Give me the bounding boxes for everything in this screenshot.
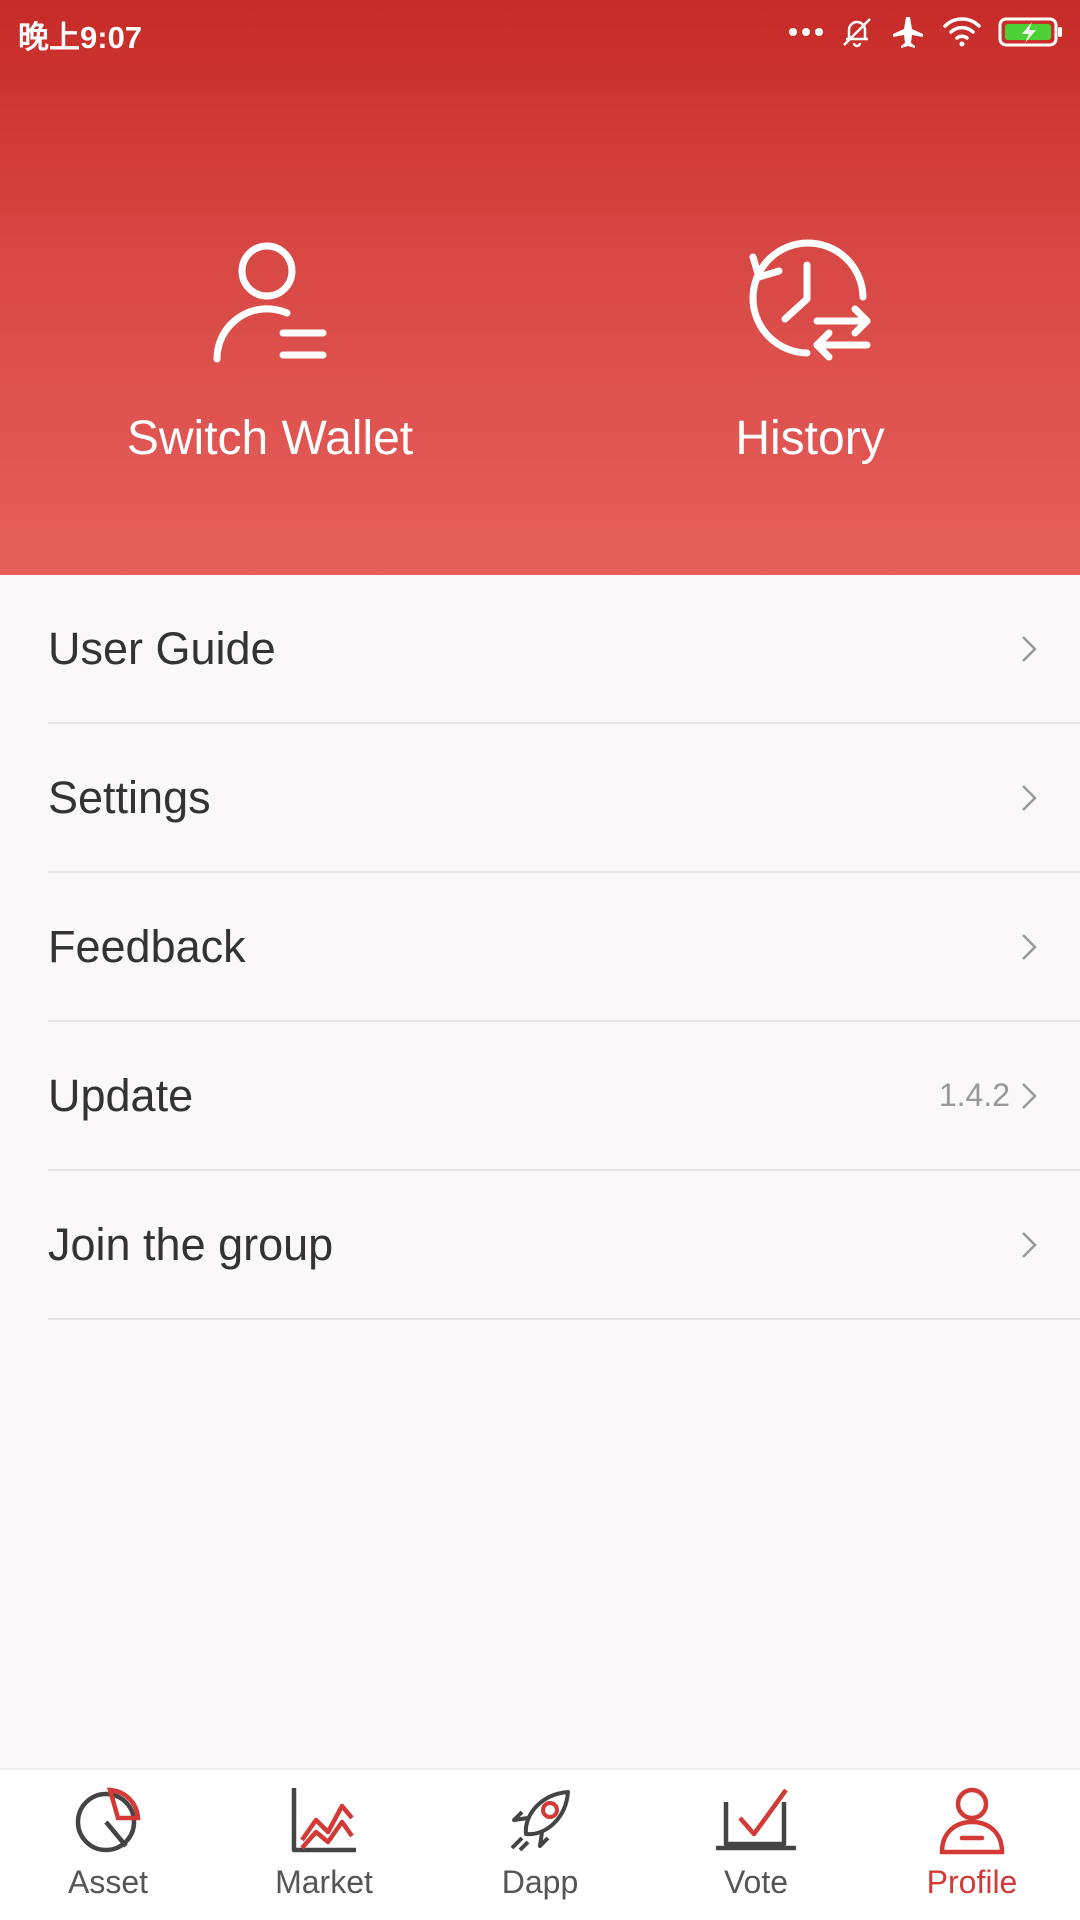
menu-item-label: User Guide — [48, 622, 276, 674]
user-list-icon — [213, 242, 327, 363]
settings-menu: User Guide Settings Feedback Update 1.4.… — [0, 575, 1080, 1320]
profile-icon — [939, 1787, 1005, 1855]
menu-item-label: Join the group — [48, 1218, 334, 1270]
menu-item-label: Feedback — [48, 920, 246, 972]
tab-profile[interactable]: Profile — [864, 1770, 1080, 1920]
header-banner: 晚上9:07 Switch Wallet History — [0, 0, 1080, 575]
tab-label: Profile — [926, 1864, 1018, 1900]
tab-label: Market — [275, 1864, 373, 1900]
airplane-mode-icon — [893, 17, 923, 48]
tab-label: Vote — [723, 1864, 789, 1900]
rocket-icon — [510, 1790, 570, 1852]
status-bar: 晚上9:07 — [0, 0, 1080, 64]
battery-charging-icon — [998, 17, 1062, 47]
mute-icon — [843, 18, 871, 48]
chevron-right-icon — [1022, 933, 1037, 960]
tab-asset[interactable]: Asset — [0, 1770, 216, 1920]
tab-market[interactable]: Market — [216, 1770, 432, 1920]
menu-item-user-guide[interactable]: User Guide — [48, 575, 1080, 724]
tab-label: Dapp — [501, 1864, 579, 1900]
menu-item-join-group[interactable]: Join the group — [48, 1171, 1080, 1320]
chevron-right-icon — [1022, 635, 1037, 662]
chevron-right-icon — [1022, 1082, 1037, 1109]
chevron-right-icon — [1022, 784, 1037, 811]
menu-item-update[interactable]: Update 1.4.2 — [48, 1022, 1080, 1171]
menu-item-label: Settings — [48, 771, 211, 823]
tab-vote[interactable]: Vote — [648, 1770, 864, 1920]
status-icons — [788, 12, 1064, 52]
chevron-right-icon — [1022, 1231, 1037, 1258]
menu-item-label: Update — [48, 1069, 194, 1121]
pie-chart-icon — [75, 1787, 141, 1853]
version-number: 1.4.2 — [938, 1077, 1010, 1113]
switch-wallet-button[interactable]: Switch Wallet — [90, 235, 450, 466]
bottom-tab-bar: Asset Market Dapp Vote Profile — [0, 1768, 1080, 1920]
status-time: 晚上9:07 — [18, 20, 143, 55]
history-clock-icon — [749, 239, 871, 361]
tab-label: Asset — [67, 1864, 149, 1900]
history-button[interactable]: History — [630, 235, 990, 466]
line-chart-icon — [291, 1788, 356, 1853]
menu-item-feedback[interactable]: Feedback — [48, 873, 1080, 1022]
switch-wallet-label: Switch Wallet — [126, 412, 414, 465]
more-dots-icon — [789, 28, 823, 36]
history-label: History — [735, 412, 885, 465]
tab-dapp[interactable]: Dapp — [432, 1770, 648, 1920]
menu-item-settings[interactable]: Settings — [48, 724, 1080, 873]
checkmark-board-icon — [716, 1788, 796, 1851]
wifi-icon — [943, 17, 981, 47]
